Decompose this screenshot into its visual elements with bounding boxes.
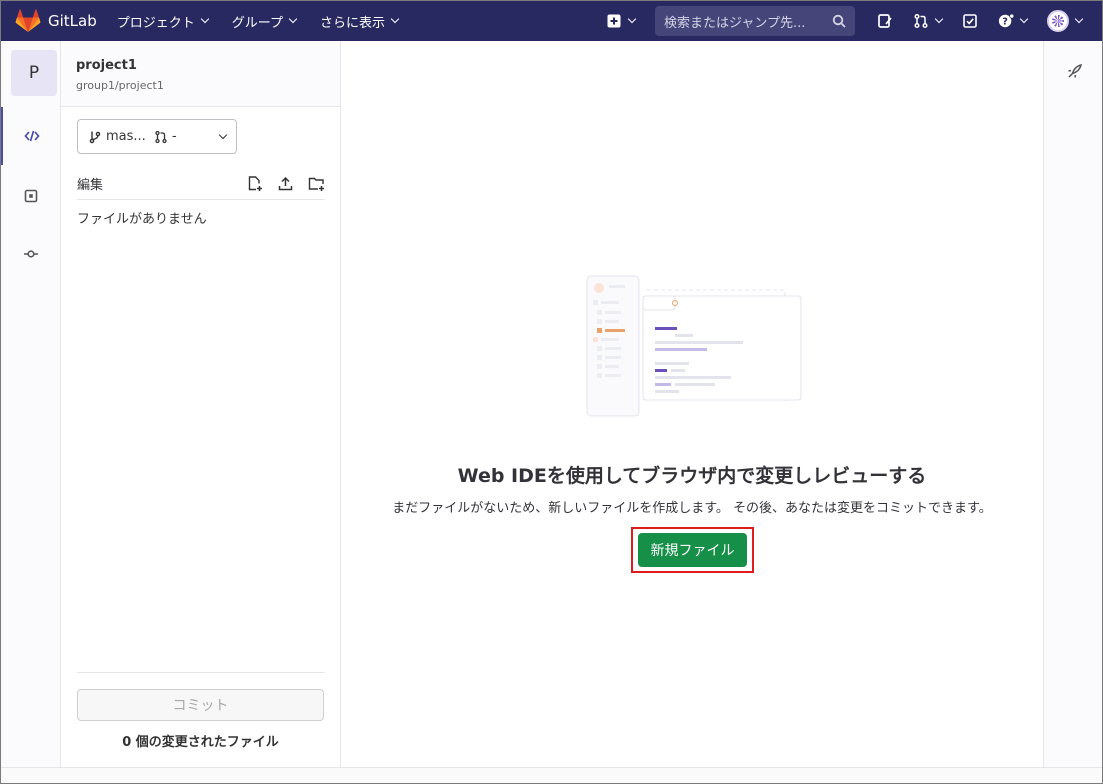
empty-state-illustration: [586, 275, 802, 417]
chevron-down-icon: [934, 14, 944, 24]
branch-name: mas...: [106, 129, 146, 144]
todo-checkbox-icon: [963, 14, 977, 28]
pipelines-button[interactable]: [1066, 63, 1083, 84]
todos-button[interactable]: [962, 13, 978, 29]
merge-requests-dropdown[interactable]: [913, 13, 944, 29]
search-input[interactable]: 検索またはジャンプ先...: [655, 6, 855, 36]
edit-toolbar: 編集: [77, 167, 325, 200]
merge-request-value: -: [172, 129, 177, 144]
user-menu[interactable]: [1047, 10, 1084, 32]
upload-icon: [278, 176, 293, 190]
chevron-down-icon: [390, 14, 400, 24]
brand-name: GitLab: [48, 12, 97, 30]
merge-request-icon: [155, 130, 167, 143]
gitlab-home-link[interactable]: GitLab: [15, 9, 97, 33]
plus-square-icon: [607, 14, 621, 28]
editor-empty-state: Web IDEを使用してブラウザ内で変更しレビューする まだファイルがないため、…: [341, 41, 1043, 767]
edit-mode-button[interactable]: [1, 107, 60, 165]
menu-more-label: さらに表示: [320, 15, 386, 31]
code-icon: [23, 130, 40, 142]
chevron-down-icon: [1074, 14, 1084, 24]
create-new-dropdown[interactable]: [606, 13, 637, 29]
right-sidebar: [1043, 41, 1102, 767]
help-icon: ?: [998, 13, 1014, 28]
project-header: project1 group1/project1: [61, 41, 340, 107]
menu-projects-label: プロジェクト: [116, 15, 195, 31]
branch-selector[interactable]: mas... -: [77, 119, 237, 154]
project-path: group1/project1: [76, 79, 164, 92]
rocket-icon: [1068, 63, 1083, 78]
issues-button[interactable]: [877, 13, 893, 29]
new-folder-button[interactable]: [308, 175, 325, 192]
issues-icon: [878, 14, 892, 28]
project-name[interactable]: project1: [76, 58, 137, 73]
commit-icon: [23, 250, 38, 258]
chevron-down-icon: [1019, 14, 1029, 24]
menu-groups[interactable]: グループ: [231, 12, 298, 31]
menu-groups-label: グループ: [231, 15, 283, 31]
main-menu: プロジェクト グループ さらに表示: [117, 12, 422, 31]
new-file-icon: [248, 175, 262, 191]
file-panel: project1 group1/project1 mas... - 編集 ファイ…: [61, 41, 341, 767]
changed-files-count: 0 個の変更されたファイル: [122, 735, 279, 750]
empty-state-description: まだファイルがないため、新しいファイルを作成します。 その後、あなたは変更をコミ…: [392, 501, 992, 516]
chevron-down-icon: [627, 14, 637, 24]
merge-request-icon: [914, 13, 928, 29]
chevron-down-icon: [200, 14, 210, 24]
menu-projects[interactable]: プロジェクト: [116, 12, 210, 31]
chevron-down-icon: [288, 14, 298, 24]
branch-icon: [89, 131, 101, 143]
review-mode-button[interactable]: [1, 167, 60, 225]
user-avatar: [1047, 10, 1069, 32]
commit-mode-button[interactable]: [1, 225, 60, 283]
web-ide-window: GitLab プロジェクト グループ さらに表示 検索またはジャンプ先... ?…: [0, 0, 1103, 784]
new-file-button[interactable]: [246, 175, 263, 192]
search-placeholder: 検索またはジャンプ先...: [664, 15, 806, 31]
review-icon: [24, 189, 37, 203]
menu-more[interactable]: さらに表示: [320, 12, 400, 31]
highlight-box: 新規ファイル: [631, 527, 754, 573]
empty-state-title: Web IDEを使用してブラウザ内で変更しレビューする: [457, 465, 927, 487]
upload-file-button[interactable]: [277, 175, 294, 192]
commit-button[interactable]: コミット: [77, 689, 324, 721]
top-navbar: GitLab プロジェクト グループ さらに表示 検索またはジャンプ先... ?: [1, 1, 1102, 41]
ide-status-bar: [1, 767, 1102, 783]
new-folder-icon: [308, 177, 324, 191]
search-icon: [832, 14, 846, 28]
navbar-right: 検索またはジャンプ先... ?: [606, 1, 1102, 41]
empty-files-message: ファイルがありません: [77, 212, 207, 227]
new-file-primary-button[interactable]: 新規ファイル: [638, 533, 747, 567]
edit-label: 編集: [77, 177, 104, 193]
commit-divider: [77, 672, 325, 673]
gitlab-logo-icon: [15, 9, 41, 32]
help-dropdown[interactable]: ?: [998, 13, 1029, 29]
ide-activity-bar: P: [1, 41, 61, 767]
chevron-down-icon: [218, 130, 228, 139]
svg-text:?: ?: [1002, 17, 1008, 28]
project-avatar[interactable]: P: [11, 50, 57, 96]
